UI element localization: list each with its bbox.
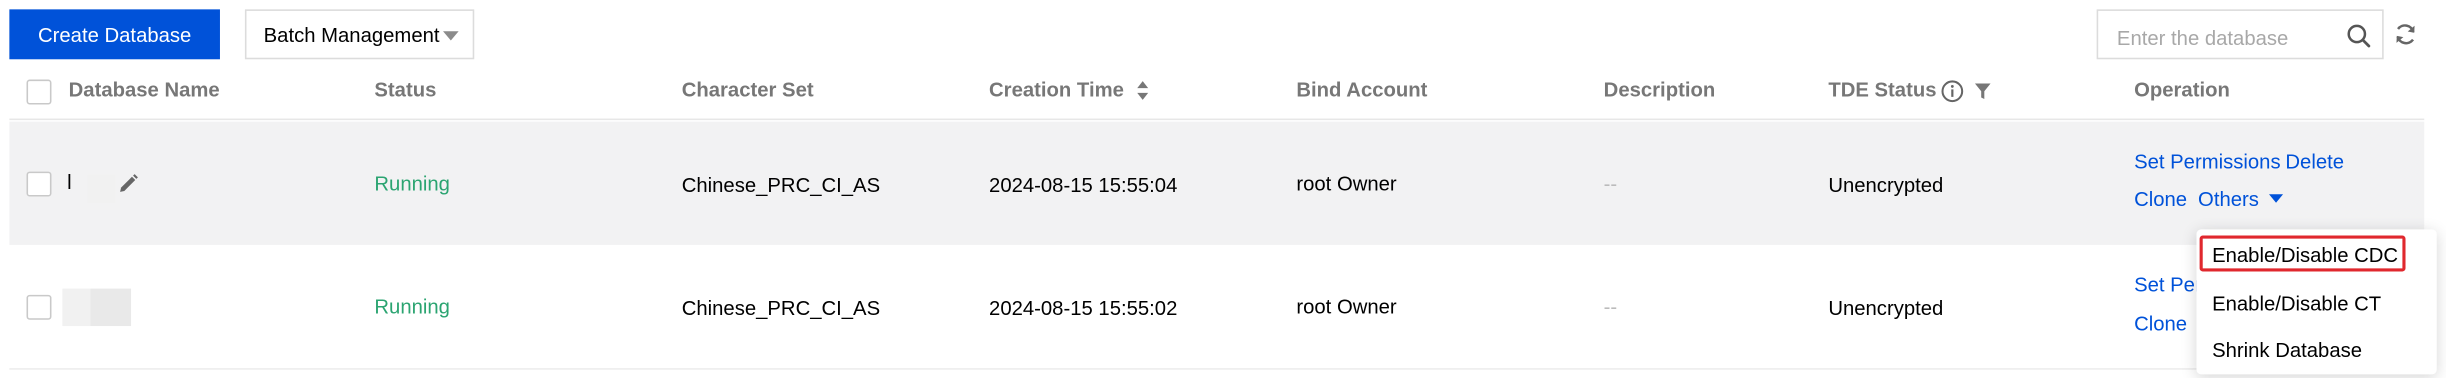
- others-link[interactable]: Others: [2198, 187, 2259, 210]
- tde-status: Unencrypted: [1828, 173, 1944, 197]
- column-header-tde-status: TDE Status: [1828, 78, 1937, 102]
- header-divider: [9, 118, 2425, 121]
- info-icon[interactable]: [1941, 80, 1964, 103]
- pencil-icon[interactable]: [117, 173, 139, 195]
- select-all-checkbox[interactable]: [26, 79, 52, 105]
- set-permissions-link[interactable]: Set Per: [2134, 273, 2202, 296]
- row-checkbox[interactable]: [26, 171, 52, 197]
- column-header-operation: Operation: [2134, 78, 2230, 102]
- column-header-status: Status: [374, 78, 437, 102]
- batch-management-label: Batch Management: [263, 22, 440, 47]
- character-set: Chinese_PRC_CI_AS: [681, 173, 881, 197]
- redacted-name: [87, 174, 116, 203]
- caret-down-icon[interactable]: [2268, 193, 2284, 204]
- status-running: Running: [374, 294, 450, 319]
- clone-link[interactable]: Clone: [2134, 187, 2187, 210]
- create-database-button[interactable]: Create Database: [9, 9, 220, 60]
- highlight-box: [2199, 235, 2406, 272]
- column-header-character-set: Character Set: [681, 78, 814, 102]
- column-header-description: Description: [1603, 78, 1716, 102]
- refresh-icon[interactable]: [2393, 22, 2418, 47]
- set-permissions-link[interactable]: Set Permissions: [2134, 150, 2281, 173]
- menu-item-enable-disable-ct[interactable]: Enable/Disable CT: [2212, 292, 2381, 315]
- table-row: [9, 121, 2425, 245]
- sort-icon[interactable]: [1136, 80, 1150, 102]
- tde-status: Unencrypted: [1828, 296, 1944, 320]
- row-checkbox[interactable]: [26, 294, 52, 320]
- redacted-name: [90, 288, 132, 327]
- creation-time: 2024-08-15 15:55:02: [989, 296, 1178, 320]
- column-header-creation-time[interactable]: Creation Time: [989, 78, 1124, 101]
- clone-link[interactable]: Clone: [2134, 312, 2187, 335]
- column-header-bind-account: Bind Account: [1296, 78, 1428, 102]
- column-header-database-name: Database Name: [68, 78, 220, 102]
- creation-time: 2024-08-15 15:55:04: [989, 173, 1178, 197]
- batch-management-select[interactable]: Batch Management: [244, 9, 475, 60]
- database-list-page: Create Database Batch Management Databas…: [0, 0, 2446, 378]
- description: --: [1603, 294, 1618, 319]
- row-divider: [9, 368, 2425, 370]
- filter-icon[interactable]: [1973, 81, 1992, 101]
- delete-link[interactable]: Delete: [2285, 150, 2344, 173]
- search-icon[interactable]: [2346, 23, 2371, 48]
- bind-account: root Owner: [1296, 171, 1397, 195]
- status-running: Running: [374, 171, 450, 195]
- redacted-name: [62, 288, 91, 327]
- character-set: Chinese_PRC_CI_AS: [681, 296, 881, 320]
- description: --: [1603, 171, 1618, 195]
- database-name: l: [67, 170, 72, 194]
- bind-account: root Owner: [1296, 294, 1397, 319]
- chevron-down-icon: [443, 31, 459, 41]
- search-box: [2096, 9, 2384, 60]
- search-input[interactable]: [2113, 21, 2339, 54]
- menu-item-shrink-database[interactable]: Shrink Database: [2212, 339, 2362, 362]
